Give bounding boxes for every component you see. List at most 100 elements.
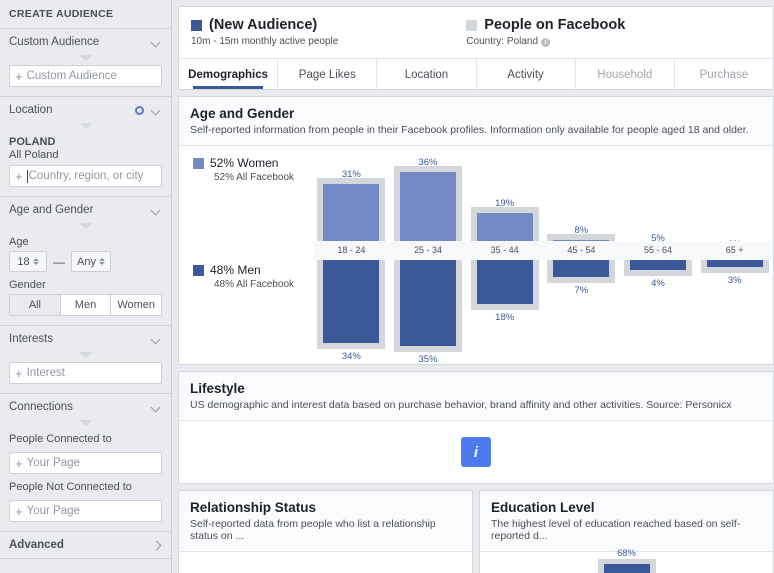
age-tick-label: 65 + <box>725 245 744 255</box>
tab-purchase[interactable]: Purchase <box>673 59 773 89</box>
sidebar-section-label-interests: Interests <box>9 333 54 345</box>
relationship-column: 30% <box>179 552 277 573</box>
main-panel: (New Audience) 10m - 15m monthly active … <box>172 0 774 573</box>
men-bar-group[interactable]: 7% <box>547 260 616 296</box>
text-caret <box>26 169 28 183</box>
men-bar-group[interactable]: 35% <box>394 260 462 365</box>
men-comparison-bar <box>624 260 693 276</box>
men-bar-label: 18% <box>495 312 515 324</box>
age-gender-plot: 31%34%36%35%19%18%8%7%5%4%2%3% 18 - 2425… <box>313 146 773 365</box>
tab-household[interactable]: Household <box>574 59 674 89</box>
legend-women-row: 52% Women <box>193 156 294 170</box>
plus-icon: + <box>15 365 23 381</box>
age-gender-description: Self-reported information from people in… <box>190 124 749 136</box>
info-badge-icon[interactable]: i <box>461 437 491 467</box>
interest-input[interactable]: + Interest <box>9 362 162 384</box>
sidebar-body-age-gender: Age 18 — Any Gender All Men Women <box>0 223 171 325</box>
relationship-chart: 30%28%35% <box>179 552 472 573</box>
education-bar-group[interactable]: 68% <box>597 548 656 573</box>
gear-icon[interactable] <box>135 105 144 115</box>
age-tick-label: 45 - 54 <box>567 245 596 255</box>
chevron-down-icon[interactable] <box>151 107 162 114</box>
age-label: Age <box>9 236 29 248</box>
people-not-connected-input[interactable]: + Your Page <box>9 500 162 522</box>
education-chart: 68% <box>480 548 773 573</box>
men-value-bar <box>553 260 610 278</box>
gender-option-men[interactable]: Men <box>60 294 112 316</box>
audience-color-swatch <box>191 19 202 31</box>
chevron-down-icon[interactable] <box>151 39 162 46</box>
men-comparison-bar <box>394 260 462 352</box>
people-not-connected-label: People Not Connected to <box>9 481 132 493</box>
demographics-tabs: Demographics Page Likes Location Activit… <box>179 58 773 89</box>
sidebar-section-advanced[interactable]: Advanced <box>0 531 171 558</box>
men-comparison-bar <box>470 260 539 311</box>
chevron-right-icon[interactable] <box>151 542 162 549</box>
men-comparison-bar <box>317 260 386 350</box>
age-range-dash: — <box>53 254 65 269</box>
men-bar-label: 35% <box>418 353 438 365</box>
sidebar-section-location[interactable]: Location <box>0 96 171 123</box>
people-connected-placeholder: Your Page <box>26 457 80 469</box>
gender-option-women[interactable]: Women <box>111 294 163 316</box>
men-bar-group[interactable]: 34% <box>317 260 386 362</box>
tab-location[interactable]: Location <box>376 59 475 89</box>
stepper-arrows-icon[interactable] <box>32 258 39 265</box>
relationship-column: 28% <box>277 552 375 573</box>
relationship-column: 35% <box>374 552 472 573</box>
education-bar-label: 68% <box>616 548 637 559</box>
stepper-arrows-icon[interactable] <box>98 258 105 265</box>
plus-icon: + <box>15 168 23 184</box>
audience-column: (New Audience) 10m - 15m monthly active … <box>191 17 338 47</box>
lifestyle-description: US demographic and interest data based o… <box>190 399 732 411</box>
tab-page-likes[interactable]: Page Likes <box>277 59 376 89</box>
chevron-down-icon[interactable] <box>151 404 162 411</box>
custom-audience-input[interactable]: + Custom Audience <box>9 65 162 87</box>
lifestyle-title: Lifestyle <box>190 381 245 396</box>
age-tick-label: 35 - 44 <box>490 245 519 255</box>
location-input[interactable]: + Country, region, or city <box>9 165 162 187</box>
plus-icon: + <box>15 503 23 519</box>
age-max-stepper[interactable]: Any <box>71 251 111 272</box>
sidebar-section-interests[interactable]: Interests <box>0 325 171 352</box>
age-min-value: 18 <box>17 255 30 268</box>
tab-demographics[interactable]: Demographics <box>179 59 277 89</box>
comparison-name-row: People on Facebook <box>466 17 625 33</box>
gender-label: Gender <box>9 279 46 291</box>
chevron-down-icon[interactable] <box>151 207 162 214</box>
age-axis-ticks: 18 - 24 25 - 34 35 - 44 45 - 54 55 - 64 65 + <box>313 241 773 260</box>
section-notch <box>78 352 93 358</box>
chevron-down-icon[interactable] <box>151 336 162 343</box>
gender-option-all[interactable]: All <box>9 294 61 316</box>
sidebar-section-age-gender[interactable]: Age and Gender <box>0 196 171 223</box>
location-placeholder: Country, region, or city <box>28 170 144 182</box>
sidebar-section-label-connections: Connections <box>9 401 73 413</box>
relationship-title: Relationship Status <box>190 500 317 515</box>
sidebar-section-custom-audience[interactable]: Custom Audience <box>0 28 171 55</box>
sidebar-title: CREATE AUDIENCE <box>9 8 114 20</box>
men-bar-group[interactable]: 4% <box>624 260 693 289</box>
tab-activity[interactable]: Activity <box>475 59 575 89</box>
section-notch <box>78 55 93 61</box>
men-bar-label: 4% <box>651 277 665 289</box>
men-bar-group[interactable]: 3% <box>700 260 769 286</box>
info-icon[interactable]: i <box>541 38 551 47</box>
sidebar-section-connections[interactable]: Connections <box>0 393 171 420</box>
people-connected-input[interactable]: + Your Page <box>9 452 162 474</box>
audience-header-card: (New Audience) 10m - 15m monthly active … <box>178 6 774 90</box>
age-tick-label: 55 - 64 <box>644 245 673 255</box>
age-range-row: 18 — Any <box>9 251 162 272</box>
legend-men-label: 48% Men <box>210 263 261 277</box>
men-bar-group[interactable]: 18% <box>470 260 539 323</box>
relationship-status-card: Relationship Status Self-reported data f… <box>178 490 473 573</box>
men-value-bar <box>323 260 380 344</box>
location-country-sub: All Poland <box>9 149 59 161</box>
age-gender-card: Age and Gender Self-reported information… <box>178 96 774 365</box>
plus-icon: + <box>15 455 23 471</box>
comparison-subtitle: Country: Poland i <box>466 33 625 47</box>
audience-name-row: (New Audience) <box>191 17 338 33</box>
relationship-columns: 30%28%35% <box>179 552 472 573</box>
age-min-stepper[interactable]: 18 <box>9 251 47 272</box>
audience-name: (New Audience) <box>209 17 318 33</box>
men-bar-label: 7% <box>574 285 589 297</box>
